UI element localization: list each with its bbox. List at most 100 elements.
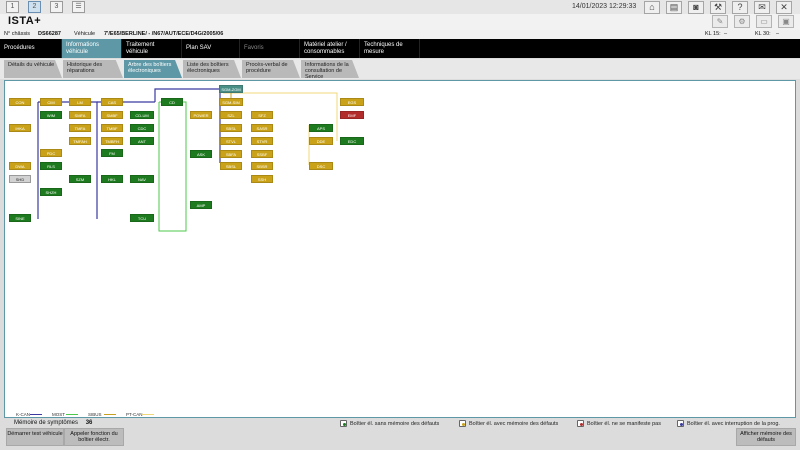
ecu-ssh[interactable]: SSH (251, 175, 273, 183)
legend-sibus-label: SIBUS (88, 412, 102, 417)
ecu-sbsr[interactable]: SBSR (251, 162, 273, 170)
tab-favorites[interactable]: Favoris (240, 39, 300, 58)
legend-ptcan-line (142, 414, 154, 415)
ecu-tmfa[interactable]: TMFA (69, 124, 91, 132)
ecu-szl[interactable]: SZL (220, 111, 242, 119)
ecu-pdc[interactable]: PDC (40, 149, 62, 157)
ecu-tmbf[interactable]: TMBF (101, 124, 123, 132)
ecu-fm[interactable]: FM (101, 149, 123, 157)
datetime: 14/01/2023 12:29:33 (572, 3, 637, 10)
no-fault-icon (340, 420, 347, 427)
ecu-smfa[interactable]: SMFA (69, 111, 91, 119)
ecu-smbf[interactable]: SMBF (101, 111, 123, 119)
ecu-stvr[interactable]: STVR (251, 137, 273, 145)
ecu-sgm-zgm[interactable]: SGM-ZGM (219, 85, 243, 93)
ecu-sbsl[interactable]: SBSL (220, 124, 242, 132)
ecu-shd[interactable]: SHD (9, 175, 31, 183)
status-fault-label: Boîtier él. avec mémoire des défauts (469, 420, 559, 427)
call-function-button[interactable]: Appeler fonction du boîtier électr. (64, 428, 124, 446)
ecu-con[interactable]: CON (9, 98, 31, 106)
ecu-amp[interactable]: AMP (190, 201, 212, 209)
ecu-emf[interactable]: EMF (340, 111, 364, 119)
ecu-szm[interactable]: SZM (69, 175, 91, 183)
status-fault: Boîtier él. avec mémoire des défauts (459, 420, 558, 427)
list-icon[interactable]: ☰ (72, 1, 85, 13)
tab-workshop-equipment[interactable]: Matériel atelier / consommables (300, 39, 360, 58)
vehicle-label: Véhicule (74, 31, 96, 37)
ecu-sbsl-2[interactable]: SBSL (220, 162, 242, 170)
ecu-power[interactable]: POWER (190, 111, 212, 119)
ecu-sfz[interactable]: SFZ (251, 111, 273, 119)
close-icon[interactable]: ✕ (776, 1, 792, 14)
subtab-ecu-tree[interactable]: Arbre des boîtiers électroniques (124, 60, 182, 78)
subtab-vehicle-details[interactable]: Détails du véhicule (4, 60, 62, 78)
window-tab-2[interactable]: 2 (28, 1, 41, 13)
car-icon[interactable]: ◙ (688, 1, 704, 14)
wrench-icon[interactable]: ⚒ (710, 1, 726, 14)
ecu-cd[interactable]: CD (161, 98, 183, 106)
ecu-cdc[interactable]: CDC (130, 124, 154, 132)
ecu-tmbfh[interactable]: TMBFH (101, 137, 123, 145)
ecu-hkl[interactable]: HKL (101, 175, 123, 183)
fault-icon (459, 420, 466, 427)
start-test-button[interactable]: Démarrer test véhicule (6, 428, 64, 446)
subtab-service-info[interactable]: Informations de la consultation de Servi… (301, 60, 359, 78)
ecu-cd-um[interactable]: CD-UM (130, 111, 154, 119)
vehicle-value: 7'/E65/BERLINE/ - /N67/AUT/ECE/D4G/2005/… (104, 31, 224, 37)
ecu-rls[interactable]: RLS (40, 162, 62, 170)
symptom-memory-count: 36 (85, 420, 93, 426)
document-icon[interactable]: ▤ (666, 1, 682, 14)
ecu-dwa[interactable]: DWA (9, 162, 31, 170)
app-title: ISTA+ (8, 15, 42, 27)
ecu-dsc[interactable]: DSC (309, 162, 333, 170)
subtab-ecu-list[interactable]: Liste des boîtiers électroniques (183, 60, 241, 78)
tab-service-plan[interactable]: Plan SAV (182, 39, 240, 58)
ecu-ant[interactable]: ANT (130, 137, 154, 145)
edit-icon[interactable]: ✎ (712, 15, 728, 28)
status-no-fault: Boîtier él. sans mémoire des défauts (340, 420, 439, 427)
show-fault-memory-button[interactable]: Afficher mémoire des défauts (736, 428, 796, 446)
help-icon[interactable]: ? (732, 1, 748, 14)
ecu-edc[interactable]: EDC (340, 137, 364, 145)
ecu-sasr[interactable]: SASR (251, 124, 273, 132)
status-no-response-label: Boîtier él. ne se manifeste pas (587, 420, 661, 427)
ecu-sbfa[interactable]: SBFA (220, 150, 242, 158)
ecu-egs[interactable]: EGS (340, 98, 364, 106)
ecu-cim[interactable]: CIM (40, 98, 62, 106)
ecu-cas[interactable]: CAS (101, 98, 123, 106)
tab-vehicle-treatment[interactable]: Traitement véhicule (122, 39, 182, 58)
legend-sibus-line (104, 414, 116, 415)
home-icon[interactable]: ⌂ (644, 1, 660, 14)
ecu-ihka[interactable]: IHKA (9, 124, 31, 132)
ecu-wim[interactable]: WIM (40, 111, 62, 119)
ecu-dde[interactable]: DDE (309, 137, 333, 145)
ecu-lm[interactable]: LM (69, 98, 91, 106)
window-icon[interactable]: ▣ (778, 15, 794, 28)
ecu-tcu[interactable]: TCU (130, 214, 154, 222)
window-tab-3[interactable]: 3 (50, 1, 63, 13)
ecu-nav[interactable]: NAV (130, 175, 154, 183)
ecu-aps[interactable]: APS (309, 124, 333, 132)
subtab-repair-history[interactable]: Historique des réparations (63, 60, 123, 78)
ecu-ask[interactable]: ASK (190, 150, 212, 158)
ecu-sine[interactable]: SINE (9, 214, 31, 222)
kl15-label: KL 15: (705, 31, 721, 37)
ecu-sgm-sim[interactable]: SGM-SIM (219, 98, 243, 106)
ecu-tmfah[interactable]: TMFAH (69, 137, 91, 145)
legend-ptcan-label: PT-CAN (126, 412, 143, 417)
ecu-ssbf[interactable]: SSBF (251, 150, 273, 158)
mail-icon[interactable]: ✉ (754, 1, 770, 14)
no-response-icon (577, 420, 584, 427)
message-icon[interactable]: ▭ (756, 15, 772, 28)
legend-kcan-line (30, 414, 42, 415)
ecu-stvl[interactable]: STVL (220, 137, 242, 145)
gear-icon[interactable]: ⚙ (734, 15, 750, 28)
tab-vehicle-info[interactable]: Informations véhicule (62, 39, 122, 58)
tab-measurement[interactable]: Techniques de mesure (360, 39, 420, 58)
ecu-shzh[interactable]: SHZH (40, 188, 62, 196)
subtab-procedure-log[interactable]: Procès-verbal de procédure (242, 60, 300, 78)
title-bar (0, 14, 800, 30)
kl15-value: – (724, 31, 728, 37)
window-tab-1[interactable]: 1 (6, 1, 19, 13)
tab-procedures[interactable]: Procédures (0, 39, 62, 58)
